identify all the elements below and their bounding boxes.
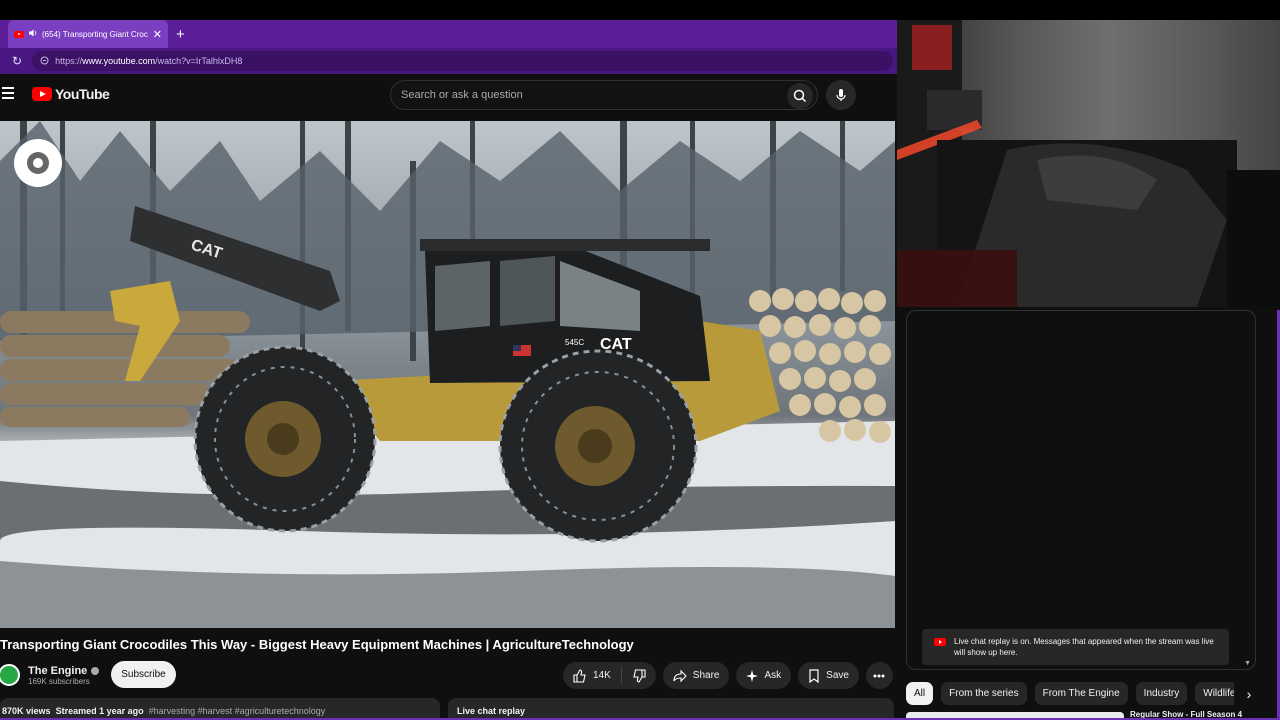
like-dislike-group: 14K	[563, 662, 656, 689]
channel-name-row: The Engine	[28, 665, 100, 677]
site-info-icon[interactable]	[40, 56, 49, 67]
subscriber-count: 169K subscribers	[28, 676, 90, 686]
reload-icon[interactable]: ↻	[12, 54, 22, 68]
menu-icon[interactable]	[2, 87, 14, 102]
search-input[interactable]: Search or ask a question	[390, 80, 818, 110]
subscribe-button[interactable]: Subscribe	[111, 661, 176, 688]
search-button[interactable]	[787, 83, 813, 109]
url-path: /watch?v=IrTalhlxDH8	[155, 56, 243, 66]
chip-all[interactable]: All	[906, 682, 934, 705]
channel-row: The Engine 169K subscribers	[0, 660, 100, 690]
like-button[interactable]: 14K	[563, 667, 622, 684]
new-tab-button[interactable]: +	[176, 26, 185, 43]
browser-tab-bar: (654) Transporting Giant Croc ✕ +	[0, 20, 897, 48]
cab-cat-text: CAT	[600, 336, 632, 353]
chip-from-the-series[interactable]: From the series	[941, 682, 1027, 705]
sparkle-icon	[746, 669, 759, 682]
video-actions: 14K Share Ask Save	[563, 662, 893, 689]
youtube-logo-text: YouTube	[55, 86, 110, 102]
speaker-icon[interactable]	[28, 28, 38, 40]
tab-title: (654) Transporting Giant Croc	[42, 29, 148, 39]
thumbs-down-icon	[633, 668, 646, 683]
save-button[interactable]: Save	[798, 662, 859, 689]
more-actions-button[interactable]	[865, 662, 893, 689]
share-label: Share	[692, 670, 720, 681]
microphone-icon	[836, 89, 846, 101]
url-text: https://www.youtube.com/watch?v=IrTalhlx…	[55, 56, 242, 66]
youtube-icon	[934, 638, 946, 646]
channel-watermark-icon	[14, 139, 62, 187]
search-placeholder: Search or ask a question	[401, 89, 523, 101]
top-black-band	[0, 0, 1280, 20]
description-box[interactable]: 870K views Streamed 1 year ago #harvesti…	[0, 698, 440, 720]
youtube-favicon-icon	[14, 30, 24, 38]
channel-avatar[interactable]	[0, 664, 20, 686]
dislike-button[interactable]	[622, 668, 656, 683]
model-number-text: 545C	[565, 338, 584, 347]
chip-from-the-engine[interactable]: From The Engine	[1034, 682, 1128, 705]
share-icon	[673, 669, 687, 682]
view-count: 870K views	[2, 706, 51, 716]
url-host: www.youtube.com	[82, 56, 156, 66]
live-chat-replay-header[interactable]: Live chat replay	[448, 698, 894, 720]
hashtags[interactable]: #harvesting #harvest #agriculturetechnol…	[149, 706, 326, 716]
rear-wheel	[193, 345, 377, 533]
ask-label: Ask	[764, 670, 782, 681]
video-player[interactable]: CAT CAT 545C	[0, 121, 895, 628]
video-frame-skidder: CAT CAT 545C	[0, 121, 895, 628]
chat-replay-notice-text: Live chat replay is on. Messages that ap…	[954, 637, 1214, 657]
chip-industry[interactable]: Industry	[1135, 682, 1188, 705]
ask-button[interactable]: Ask	[736, 662, 792, 689]
verified-icon	[91, 666, 100, 675]
browser-tab[interactable]: (654) Transporting Giant Croc ✕	[8, 20, 168, 48]
url-prefix: https://	[55, 56, 83, 66]
voice-search-button[interactable]	[826, 80, 856, 110]
youtube-play-icon	[32, 87, 52, 101]
share-button[interactable]: Share	[662, 662, 730, 689]
bookmark-icon	[809, 668, 819, 683]
webcam-overlay	[897, 20, 1280, 307]
like-count: 14K	[593, 670, 611, 681]
address-bar[interactable]: https://www.youtube.com/watch?v=IrTalhlx…	[32, 51, 893, 71]
screen: (654) Transporting Giant Croc ✕ + ↻ http…	[0, 0, 1280, 720]
live-chat-panel: Live chat replay is on. Messages that ap…	[906, 310, 1256, 670]
more-dots-icon	[873, 674, 885, 677]
front-wheel	[498, 349, 698, 543]
youtube-logo[interactable]: YouTube	[32, 86, 110, 102]
search-icon	[793, 89, 807, 103]
thumbs-up-icon	[573, 668, 586, 683]
youtube-masthead: YouTube Search or ask a question	[0, 74, 897, 120]
channel-name[interactable]: The Engine	[28, 665, 87, 677]
webcam-scene	[897, 20, 1280, 307]
stream-date: Streamed 1 year ago	[55, 706, 144, 716]
video-title: Transporting Giant Crocodiles This Way -…	[0, 637, 634, 652]
recommendation-chips: All From the series From The Engine Indu…	[906, 682, 1280, 705]
chevron-right-icon[interactable]: ›	[1234, 682, 1264, 705]
scroll-down-icon[interactable]: ▼	[1244, 660, 1251, 667]
browser-address-row: ↻ https://www.youtube.com/watch?v=IrTalh…	[0, 48, 897, 74]
chat-replay-notice: Live chat replay is on. Messages that ap…	[922, 629, 1229, 665]
save-label: Save	[826, 670, 849, 681]
tab-close-icon[interactable]: ✕	[153, 28, 162, 41]
